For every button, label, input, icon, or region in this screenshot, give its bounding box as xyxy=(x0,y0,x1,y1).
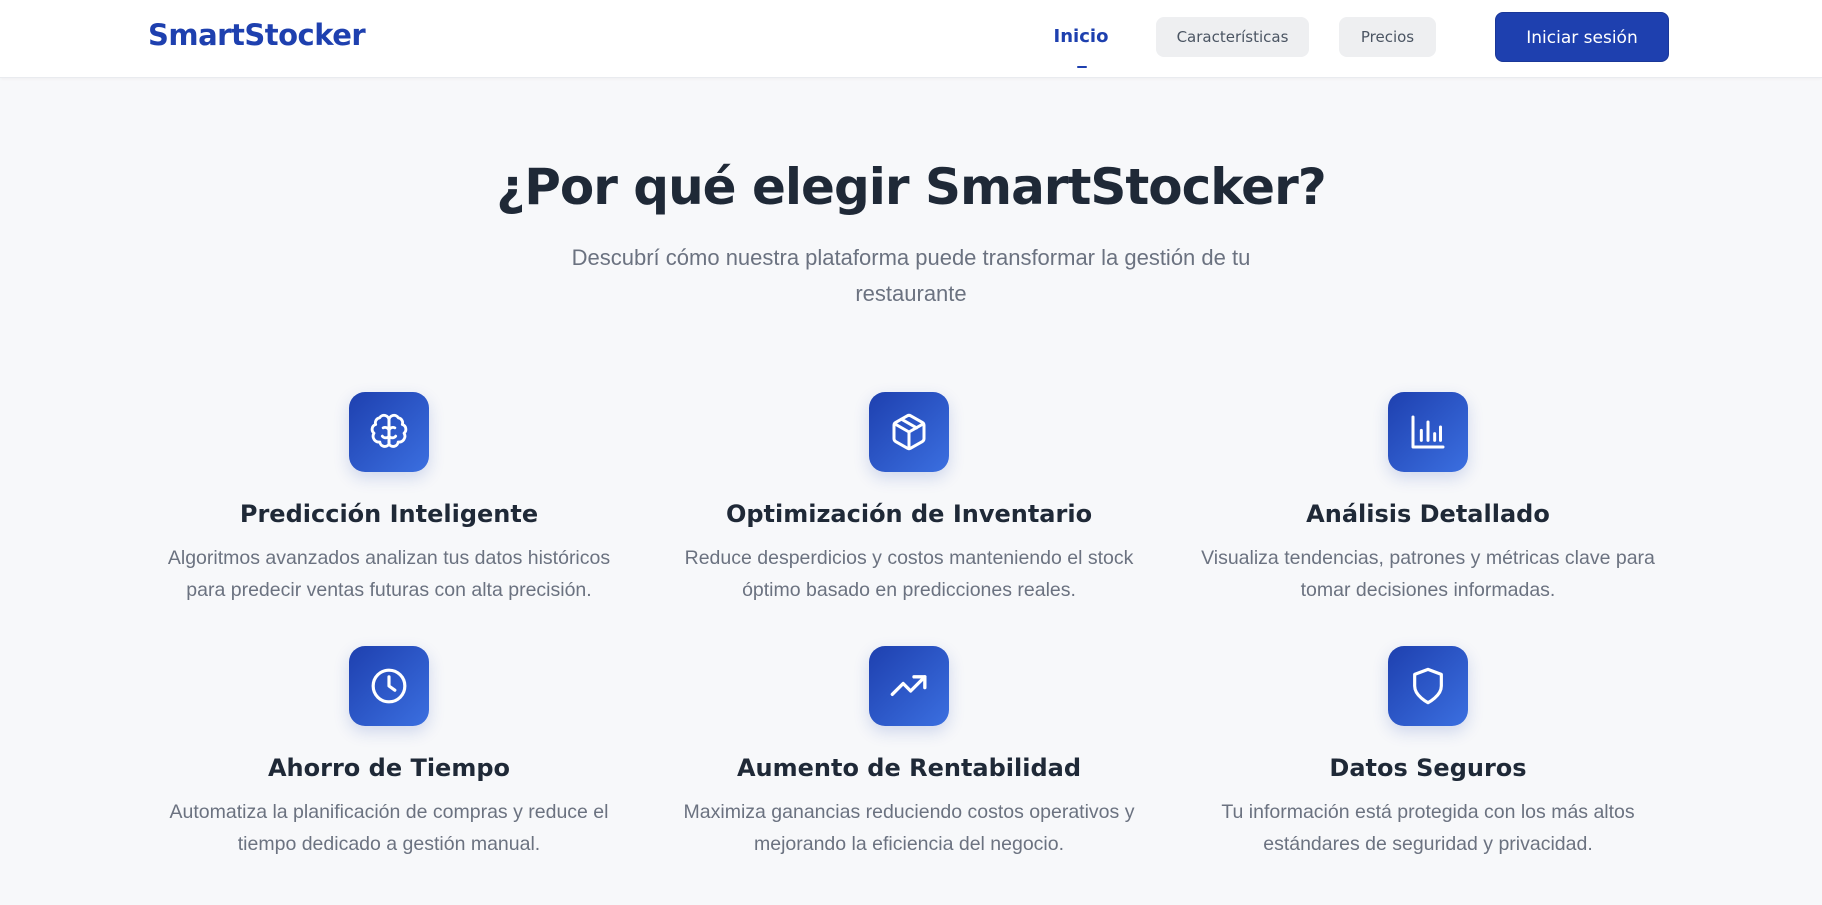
brand-logo[interactable]: SmartStocker xyxy=(148,18,366,52)
feature-description: Reduce desperdicios y costos manteniendo… xyxy=(684,547,1134,601)
trending-up-icon xyxy=(869,646,949,726)
package-icon xyxy=(869,392,949,472)
feature-description: Automatiza la planificación de compras y… xyxy=(169,801,609,855)
feature-title: Ahorro de Tiempo xyxy=(267,754,511,782)
feature-title: Aumento de Rentabilidad xyxy=(736,754,1082,782)
feature-title: Datos Seguros xyxy=(1329,754,1527,782)
section-title: ¿Por qué elegir SmartStocker? xyxy=(496,158,1327,216)
feature-description: Visualiza tendencias, patrones y métrica… xyxy=(1201,547,1655,601)
feature-description: Algoritmos avanzados analizan tus datos … xyxy=(167,547,611,601)
nav-link-inicio[interactable]: Inicio xyxy=(1040,12,1122,62)
brain-icon xyxy=(349,392,429,472)
nav-link-precios[interactable]: Precios xyxy=(1339,17,1436,57)
section-subtitle: Descubrí cómo nuestra plataforma puede t… xyxy=(571,245,1251,306)
top-navbar: SmartStocker Inicio Características Prec… xyxy=(0,0,1822,78)
nav-link-caracteristicas[interactable]: Características xyxy=(1156,17,1309,57)
login-button[interactable]: Iniciar sesión xyxy=(1495,12,1669,62)
active-nav-indicator xyxy=(1077,66,1087,68)
feature-title: Optimización de Inventario xyxy=(725,500,1093,528)
shield-icon xyxy=(1388,646,1468,726)
feature-description: Tu información está protegida con los má… xyxy=(1221,801,1635,855)
bar-chart-icon xyxy=(1388,392,1468,472)
feature-description: Maximiza ganancias reduciendo costos ope… xyxy=(683,801,1135,855)
feature-title: Análisis Detallado xyxy=(1306,500,1550,528)
clock-icon xyxy=(349,646,429,726)
feature-title: Predicción Inteligente xyxy=(239,500,539,528)
